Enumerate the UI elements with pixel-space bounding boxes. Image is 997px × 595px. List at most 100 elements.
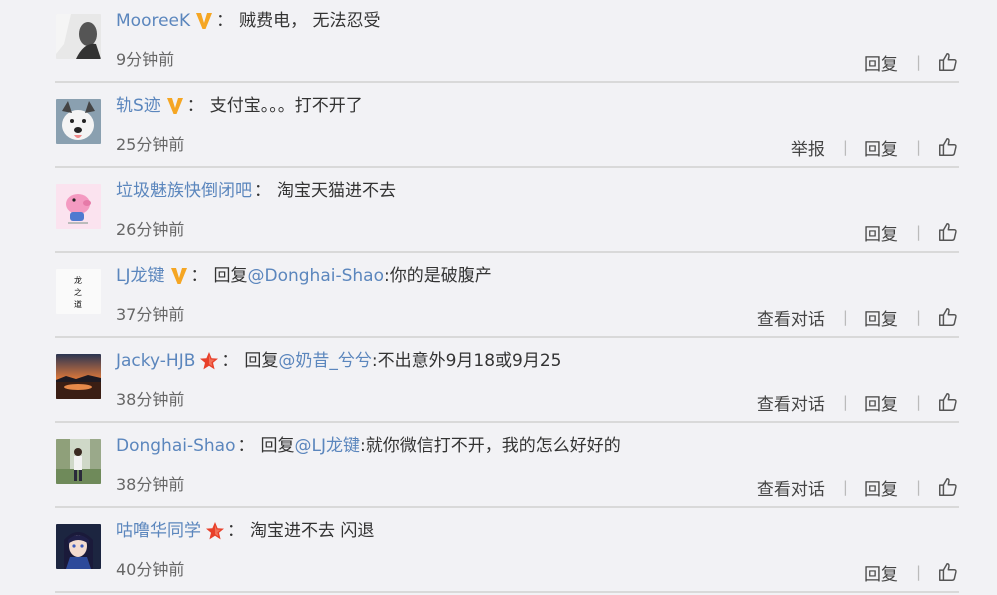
thumbs-up-icon[interactable] <box>937 561 959 583</box>
svg-text:之: 之 <box>74 287 82 297</box>
avatar[interactable]: 龙之道 <box>56 269 101 314</box>
avatar[interactable] <box>56 524 101 569</box>
comment-item: Jacky-HJB：回复 @奶昔_兮兮:不出意外9月18或9月25 38分钟前 查看对… <box>55 340 959 423</box>
comment-text: 淘宝进不去 闪退 <box>250 521 375 541</box>
reply-button[interactable]: 回复 <box>864 390 898 415</box>
comment-line: Donghai-Shao：回复 @LJ龙键:就你微信打不开，我的怎么好好的 <box>116 434 621 458</box>
thumbs-up-icon[interactable] <box>937 136 959 158</box>
comment-item: MooreeK ：贼费电， 无法忍受 9分钟前 回复 | <box>55 0 959 83</box>
comment-actions: 查看对话 | 回复 | <box>757 389 959 415</box>
reply-button[interactable]: 回复 <box>864 50 898 75</box>
action-separator: | <box>915 223 921 241</box>
comment-actions: 回复 | <box>864 559 959 585</box>
mention-link[interactable]: @Donghai-Shao <box>248 264 385 288</box>
thumbs-up-icon[interactable] <box>937 476 959 498</box>
thumbs-up-icon[interactable] <box>937 306 959 328</box>
comment-line: 轨S迹 ：支付宝。。。打不开了 <box>116 94 363 118</box>
avatar[interactable] <box>56 354 101 399</box>
comment-time: 38分钟前 <box>116 475 185 494</box>
comment-actions: 回复 | <box>864 49 959 75</box>
action-separator: | <box>842 393 848 411</box>
action-separator: | <box>915 478 921 496</box>
reply-button[interactable]: 回复 <box>864 560 898 585</box>
name-colon: ： <box>221 351 239 371</box>
username-link[interactable]: MooreeK <box>116 9 190 33</box>
verified-v-icon[interactable] <box>194 11 214 31</box>
view-conversation-button[interactable]: 查看对话 <box>757 390 825 415</box>
comment-item: 轨S迹 ：支付宝。。。打不开了 25分钟前 举报 | 回复 | <box>55 85 959 168</box>
svg-text:龙: 龙 <box>74 275 82 285</box>
comment-text: :不出意外9月18或9月25 <box>371 351 562 371</box>
action-separator: | <box>915 53 921 71</box>
name-colon: ： <box>237 436 255 456</box>
mention-link[interactable]: @奶昔_兮兮 <box>278 349 372 373</box>
action-separator: | <box>842 138 848 156</box>
comment-time: 26分钟前 <box>116 220 185 239</box>
name-colon: ： <box>254 181 271 201</box>
reply-button[interactable]: 回复 <box>864 135 898 160</box>
name-colon: ： <box>186 96 204 116</box>
member-star-icon[interactable] <box>205 521 225 541</box>
comment-text: 淘宝天猫进不去 <box>277 181 396 201</box>
name-colon: ： <box>216 11 234 31</box>
username-link[interactable]: LJ龙键 <box>116 264 165 288</box>
reply-prefix: 回复 <box>213 266 248 286</box>
member-star-icon[interactable] <box>199 351 219 371</box>
comment-text: :你的是破腹产 <box>384 266 492 286</box>
svg-text:道: 道 <box>74 299 82 309</box>
comment-item: 垃圾魅族快倒闭吧： 淘宝天猫进不去 26分钟前 回复 | <box>55 170 959 253</box>
verified-v-icon[interactable] <box>169 266 189 286</box>
action-separator: | <box>842 308 848 326</box>
comment-text: 贼费电， 无法忍受 <box>239 11 381 31</box>
report-button[interactable]: 举报 <box>791 135 825 160</box>
comment-item: 咕噜华同学 ： 淘宝进不去 闪退 40分钟前 回复 | <box>55 510 959 593</box>
comment-line: LJ龙键 ：回复 @Donghai-Shao:你的是破腹产 <box>116 264 492 288</box>
reply-button[interactable]: 回复 <box>864 220 898 245</box>
comment-text: :就你微信打不开，我的怎么好好的 <box>360 436 621 456</box>
avatar[interactable] <box>56 184 101 229</box>
action-separator: | <box>915 393 921 411</box>
comment-line: Jacky-HJB ：回复 @奶昔_兮兮:不出意外9月18或9月25 <box>116 349 562 373</box>
comment-line: 咕噜华同学 ： 淘宝进不去 闪退 <box>116 519 374 543</box>
thumbs-up-icon[interactable] <box>937 391 959 413</box>
comment-item: Donghai-Shao：回复 @LJ龙键:就你微信打不开，我的怎么好好的 38分钟… <box>55 425 959 508</box>
thumbs-up-icon[interactable] <box>937 221 959 243</box>
comment-line: 垃圾魅族快倒闭吧： 淘宝天猫进不去 <box>116 179 396 203</box>
comment-time: 38分钟前 <box>116 390 185 409</box>
username-link[interactable]: 轨S迹 <box>116 94 161 118</box>
reply-prefix: 回复 <box>260 436 295 456</box>
comment-actions: 查看对话 | 回复 | <box>757 474 959 500</box>
comment-time: 25分钟前 <box>116 135 185 154</box>
view-conversation-button[interactable]: 查看对话 <box>757 475 825 500</box>
avatar[interactable] <box>56 439 101 484</box>
verified-v-icon[interactable] <box>165 96 185 116</box>
name-colon: ： <box>227 521 244 541</box>
avatar[interactable] <box>56 99 101 144</box>
reply-button[interactable]: 回复 <box>864 305 898 330</box>
view-conversation-button[interactable]: 查看对话 <box>757 305 825 330</box>
comment-time: 9分钟前 <box>116 50 175 69</box>
comment-time: 37分钟前 <box>116 305 185 324</box>
comment-item: 龙之道 LJ龙键：回复 @Donghai-Shao:你的是破腹产 37分钟前 查看对话 |… <box>55 255 959 338</box>
action-separator: | <box>915 138 921 156</box>
comment-time: 40分钟前 <box>116 560 185 579</box>
mention-link[interactable]: @LJ龙键 <box>295 434 361 458</box>
thumbs-up-icon[interactable] <box>937 51 959 73</box>
comment-actions: 举报 | 回复 | <box>791 134 959 160</box>
comment-list: MooreeK：贼费电， 无法忍受 9分钟前 回复 | 轨S迹：支付宝。。。打不开了 25… <box>55 0 959 595</box>
comment-actions: 回复 | <box>864 219 959 245</box>
username-link[interactable]: 咕噜华同学 <box>116 519 201 543</box>
comment-line: MooreeK ：贼费电， 无法忍受 <box>116 9 381 33</box>
action-separator: | <box>915 308 921 326</box>
comment-text: 支付宝。。。打不开了 <box>209 96 363 116</box>
avatar[interactable] <box>56 14 101 59</box>
reply-prefix: 回复 <box>244 351 279 371</box>
username-link[interactable]: 垃圾魅族快倒闭吧 <box>116 179 252 203</box>
username-link[interactable]: Donghai-Shao <box>116 434 236 458</box>
action-separator: | <box>915 563 921 581</box>
reply-button[interactable]: 回复 <box>864 475 898 500</box>
name-colon: ： <box>190 266 208 286</box>
comment-actions: 查看对话 | 回复 | <box>757 304 959 330</box>
action-separator: | <box>842 478 848 496</box>
username-link[interactable]: Jacky-HJB <box>116 349 195 373</box>
